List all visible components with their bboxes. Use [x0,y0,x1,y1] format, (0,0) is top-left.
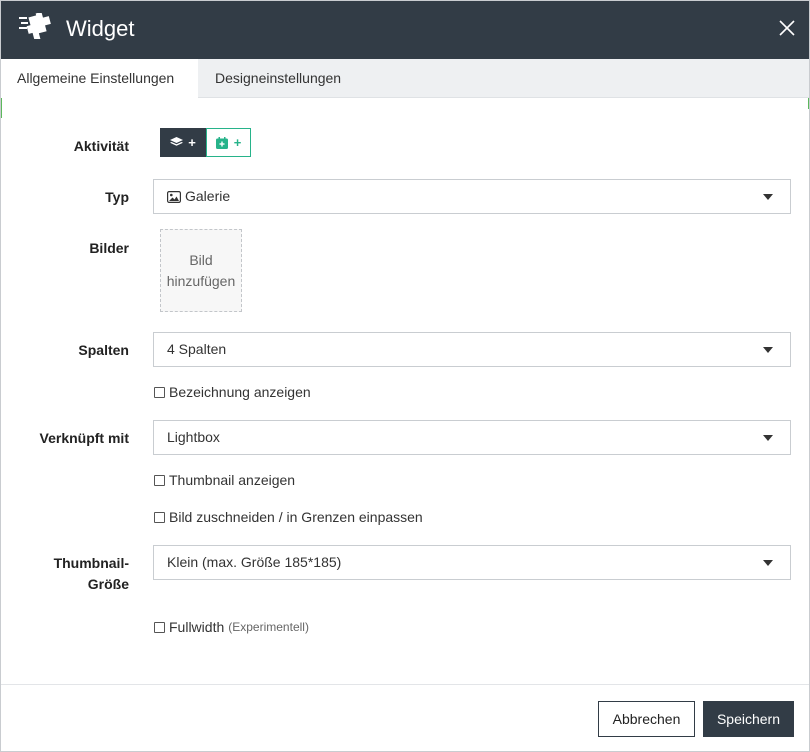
linked-with-label: Verknüpft mit [39,430,129,446]
type-label: Typ [105,189,129,205]
show-caption-checkbox[interactable]: Bezeichnung anzeigen [154,384,311,400]
add-event-plus: + [233,135,242,150]
tab-general-settings[interactable]: Allgemeine Einstellungen [1,59,198,99]
right-edge-marker [808,98,809,109]
left-edge-marker [1,98,2,118]
images-label: Bilder [89,240,129,256]
crop-image-checkbox-box[interactable] [154,511,165,523]
show-caption-checkbox-box[interactable] [154,386,165,398]
footer-divider [1,684,809,685]
crop-image-label: Bild zuschneiden / in Grenzen einpassen [169,509,423,525]
add-layer-button[interactable]: + [160,128,206,157]
tab-bar: Allgemeine Einstellungen Designeinstellu… [1,59,809,99]
crop-image-checkbox[interactable]: Bild zuschneiden / in Grenzen einpassen [154,509,423,525]
type-select-value-wrap: Galerie [167,180,230,213]
thumbnail-size-label-line1: Thumbnail- [53,555,129,571]
add-image-text-line2: hinzufügen [166,272,236,289]
add-image-text-line1: Bild [189,251,213,268]
chevron-down-icon [763,194,773,200]
close-icon[interactable] [777,18,797,38]
show-caption-label: Bezeichnung anzeigen [169,384,311,400]
activity-button-group: + + [160,128,251,157]
thumbnail-size-label-line2: Größe [87,576,129,592]
linked-with-select[interactable]: Lightbox [153,420,791,455]
add-event-button[interactable]: + [206,128,251,157]
dialog-header: Widget [1,1,809,59]
thumbnail-size-select-value: Klein (max. Größe 185*185) [167,554,342,570]
show-thumbnail-checkbox[interactable]: Thumbnail anzeigen [154,472,295,488]
fullwidth-label: Fullwidth [169,619,225,635]
chevron-down-icon [763,347,773,353]
show-thumbnail-checkbox-box[interactable] [154,474,165,486]
cancel-button[interactable]: Abbrechen [598,701,695,737]
thumbnail-size-select[interactable]: Klein (max. Größe 185*185) [153,545,791,580]
chevron-down-icon [763,560,773,566]
type-select-value: Galerie [185,188,231,204]
add-layer-plus: + [188,135,196,150]
calendar-add-icon [215,136,228,149]
add-image-dropzone[interactable]: Bild hinzufügen [160,229,242,312]
fullwidth-checkbox[interactable]: Fullwidth (Experimentell) [154,619,309,635]
tab-design-settings[interactable]: Designeinstellungen [215,59,341,98]
show-thumbnail-label: Thumbnail anzeigen [169,472,296,488]
dialog-title: Widget [66,16,135,41]
columns-select[interactable]: 4 Spalten [153,332,791,367]
fullwidth-checkbox-box[interactable] [154,621,165,633]
save-button[interactable]: Speichern [703,701,794,737]
activity-label: Aktivität [73,138,129,154]
image-icon [167,190,181,203]
layers-icon [170,137,184,146]
columns-label: Spalten [78,342,129,358]
columns-select-value: 4 Spalten [167,341,227,357]
puzzle-logo-icon [19,13,51,39]
fullwidth-hint: (Experimentell) [228,620,309,634]
widget-dialog: Widget Allgemeine Einstellungen Designei… [0,0,810,752]
chevron-down-icon [763,435,773,441]
type-select[interactable]: Galerie [153,179,791,214]
linked-with-select-value: Lightbox [167,429,220,445]
